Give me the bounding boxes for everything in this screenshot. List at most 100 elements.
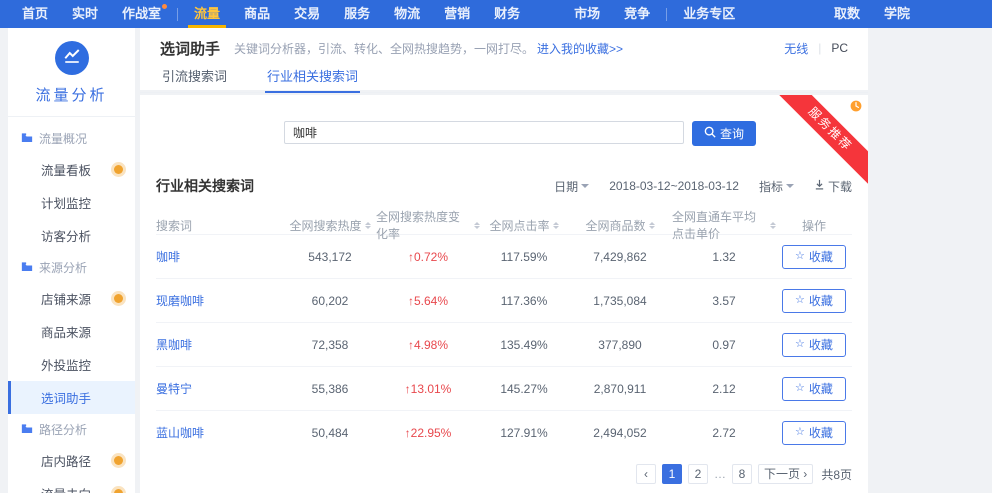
- ctr-value: 127.91%: [500, 425, 548, 440]
- products-value: 7,429,862: [593, 249, 647, 264]
- col-ctr: 全网点击率: [480, 217, 568, 234]
- nav-item-data-extract[interactable]: 取数: [834, 0, 860, 28]
- content-card: 服务推荐 查询 行业相关搜索词 日期 2018-03-12~2018-03-12…: [140, 95, 868, 493]
- collect-button[interactable]: ☆ 收藏: [782, 288, 846, 313]
- item-label: 外投监控: [41, 359, 92, 373]
- search-icon: [704, 126, 716, 141]
- keyword-search-input[interactable]: [284, 121, 684, 144]
- heat-value: 50,484: [311, 425, 349, 440]
- sidebar-item-word-helper[interactable]: 选词助手: [8, 381, 135, 414]
- sort-icon[interactable]: [364, 219, 371, 232]
- keyword-link[interactable]: 现磨咖啡: [156, 292, 284, 309]
- sort-icon[interactable]: [552, 219, 559, 232]
- change-value: ↑4.98%: [407, 337, 449, 352]
- col-action: 操作: [801, 218, 826, 233]
- table-row: 蓝山咖啡 50,484 ↑22.95% 127.91% 2,494,052 2.…: [156, 410, 852, 454]
- device-pc-option[interactable]: PC: [831, 41, 848, 55]
- chevron-down-icon: [581, 184, 590, 192]
- sidebar-item-visitor-analysis[interactable]: 访客分析: [8, 219, 135, 252]
- nav-item-academy[interactable]: 学院: [884, 0, 910, 28]
- page-8-button[interactable]: 8: [731, 464, 752, 484]
- page-1-button[interactable]: 1: [661, 464, 682, 484]
- pagination: ‹ 1 2 … 8 下一页 › 共8页: [156, 464, 852, 484]
- top-nav: 首页 实时 作战室 流量 商品 交易 服务 物流 营销 财务 市场 竞争 业务专…: [0, 0, 992, 28]
- collect-label: 收藏: [808, 382, 833, 396]
- device-toggle: 无线 | PC: [784, 40, 848, 57]
- collect-label: 收藏: [808, 426, 833, 440]
- sidebar-item-traffic-board[interactable]: 流量看板: [8, 153, 135, 186]
- nav-item-warroom[interactable]: 作战室: [122, 0, 168, 28]
- sidebar-item-external-monitor[interactable]: 外投监控: [8, 348, 135, 381]
- main-content: 选词助手 关键词分析器，引流、转化、全网热搜趋势，一网打尽。 进入我的收藏>> …: [135, 28, 992, 493]
- nav-divider: [666, 7, 668, 21]
- date-range-picker[interactable]: 2018-03-12~2018-03-12: [609, 179, 739, 193]
- my-favorites-link[interactable]: 进入我的收藏>>: [537, 40, 623, 57]
- collect-button[interactable]: ☆ 收藏: [782, 244, 846, 269]
- item-label: 计划监控: [41, 197, 92, 211]
- sidebar-section-source-analysis: 来源分析: [8, 252, 135, 282]
- nav-item-logistics[interactable]: 物流: [394, 0, 420, 28]
- change-value: ↑0.72%: [407, 249, 449, 264]
- nav-item-service[interactable]: 服务: [344, 0, 370, 28]
- nav-item-traffic[interactable]: 流量: [188, 0, 227, 28]
- page-2-button[interactable]: 2: [687, 464, 708, 484]
- keyword-search-bar: 查询: [156, 95, 852, 146]
- star-icon: ☆: [795, 338, 805, 350]
- nav-item-competition[interactable]: 竞争: [624, 0, 650, 28]
- collect-button[interactable]: ☆ 收藏: [782, 376, 846, 401]
- sidebar-item-goods-source[interactable]: 商品来源: [8, 315, 135, 348]
- keyword-link[interactable]: 蓝山咖啡: [156, 424, 284, 441]
- col-avg-cpc: 全网直通车平均点击单价: [672, 208, 776, 242]
- cpc-value: 2.72: [712, 425, 736, 440]
- nav-item-warroom-label: 作战室: [122, 6, 162, 21]
- date-type-dropdown[interactable]: 日期: [554, 178, 590, 195]
- col-search-heat: 全网搜索热度: [284, 217, 376, 234]
- nav-item-goods[interactable]: 商品: [244, 0, 270, 28]
- table-section-header: 行业相关搜索词 日期 2018-03-12~2018-03-12 指标 下载: [156, 176, 852, 196]
- keyword-link[interactable]: 曼特宁: [156, 380, 284, 397]
- nav-item-market[interactable]: 市场: [574, 0, 600, 28]
- page-ellipsis: …: [713, 467, 726, 481]
- table-row: 现磨咖啡 60,202 ↑5.64% 117.36% 1,735,084 3.5…: [156, 278, 852, 322]
- cpc-value: 0.97: [712, 337, 736, 352]
- keyword-link[interactable]: 黑咖啡: [156, 336, 284, 353]
- sidebar-item-plan-monitor[interactable]: 计划监控: [8, 186, 135, 219]
- sort-icon[interactable]: [648, 219, 655, 232]
- section-label: 来源分析: [39, 261, 88, 275]
- products-value: 377,890: [598, 337, 642, 352]
- sidebar-item-traffic-destination[interactable]: 流量去向: [8, 477, 135, 493]
- tab-inbound-search-words[interactable]: 引流搜索词: [160, 62, 229, 92]
- sidebar-item-shop-source[interactable]: 店铺来源: [8, 282, 135, 315]
- table-header-row: 搜索词 全网搜索热度 全网搜索热度变化率 全网点击率 全网商品数 全网直通车平均…: [156, 208, 852, 241]
- nav-item-trade[interactable]: 交易: [294, 0, 320, 28]
- search-button-label: 查询: [720, 127, 745, 141]
- cpc-value: 3.57: [712, 293, 736, 308]
- device-wireless-option[interactable]: 无线: [784, 40, 808, 57]
- collect-button[interactable]: ☆ 收藏: [782, 332, 846, 357]
- col-products: 全网商品数: [568, 217, 672, 234]
- table-row: 曼特宁 55,386 ↑13.01% 145.27% 2,870,911 2.1…: [156, 366, 852, 410]
- heat-value: 543,172: [308, 249, 352, 264]
- nav-item-business-zone[interactable]: 业务专区: [683, 0, 735, 28]
- promo-corner: 服务推荐: [760, 95, 868, 203]
- item-label: 访客分析: [41, 230, 92, 244]
- folder-icon: [21, 423, 33, 437]
- collect-label: 收藏: [808, 250, 833, 264]
- change-value: ↑13.01%: [404, 381, 452, 396]
- traffic-analysis-logo: [54, 41, 89, 75]
- item-label: 流量去向: [41, 484, 91, 493]
- nav-item-finance[interactable]: 财务: [494, 0, 520, 28]
- heat-value: 60,202: [311, 293, 349, 308]
- search-button[interactable]: 查询: [692, 121, 757, 146]
- collect-button[interactable]: ☆ 收藏: [782, 420, 846, 445]
- tab-industry-related-search-words[interactable]: 行业相关搜索词: [265, 62, 361, 93]
- section-label: 流量概况: [39, 132, 88, 146]
- item-label: 选词助手: [41, 392, 92, 406]
- sidebar-item-instore-path[interactable]: 店内路径: [8, 444, 135, 477]
- nav-item-realtime[interactable]: 实时: [72, 0, 98, 28]
- nav-item-home[interactable]: 首页: [22, 0, 48, 28]
- keyword-link[interactable]: 咖啡: [156, 248, 284, 265]
- nav-item-marketing[interactable]: 营销: [444, 0, 470, 28]
- next-page-button[interactable]: 下一页 ›: [757, 464, 814, 484]
- prev-page-button[interactable]: ‹: [635, 464, 656, 484]
